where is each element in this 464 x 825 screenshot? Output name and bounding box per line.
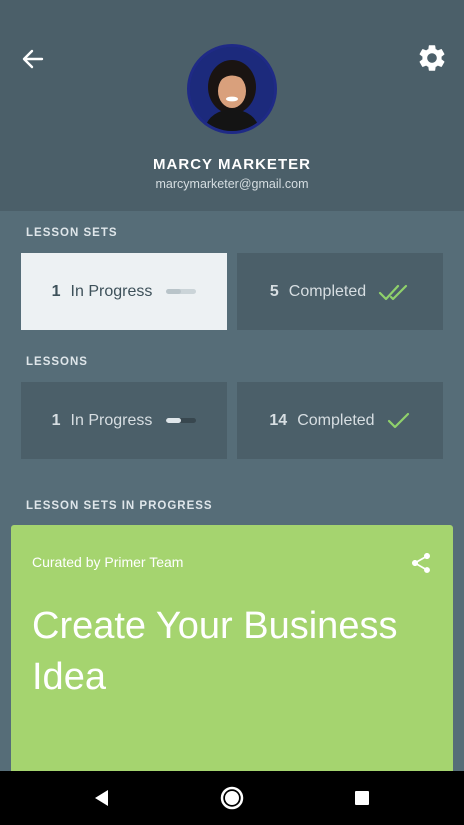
nav-recents-button[interactable] bbox=[348, 784, 376, 812]
back-button[interactable] bbox=[18, 44, 48, 74]
label: Completed bbox=[297, 411, 375, 429]
lesson-sets-in-progress-label: LESSON SETS IN PROGRESS bbox=[26, 500, 213, 512]
label: Completed bbox=[288, 282, 367, 300]
count: 14 bbox=[269, 411, 288, 429]
lessons-label: LESSONS bbox=[26, 356, 88, 368]
settings-button[interactable] bbox=[416, 42, 448, 74]
avatar bbox=[187, 44, 277, 134]
card-curator: Curated by Primer Team bbox=[32, 554, 184, 570]
lessons-in-progress-card[interactable]: 1 In Progress bbox=[21, 382, 227, 459]
card-title: Create Your Business Idea bbox=[32, 605, 398, 698]
profile-header: MARCY MARKETER marcymarketer@gmail.com bbox=[0, 0, 464, 211]
progress-bar bbox=[166, 289, 197, 294]
progress-fill bbox=[166, 289, 182, 294]
profile-email: marcymarketer@gmail.com bbox=[155, 177, 309, 191]
lesson-sets-completed-card[interactable]: 5 Completed bbox=[237, 253, 443, 330]
triangle-back-icon bbox=[95, 790, 108, 806]
lesson-sets-label: LESSON SETS bbox=[26, 227, 118, 239]
progress-bar bbox=[166, 418, 197, 423]
label: In Progress bbox=[70, 282, 153, 300]
share-icon bbox=[412, 553, 430, 573]
gear-icon bbox=[419, 45, 445, 71]
label: In Progress bbox=[70, 411, 153, 429]
square-recents-icon bbox=[355, 791, 369, 805]
profile-name: MARCY MARKETER bbox=[153, 156, 311, 173]
lesson-set-card[interactable]: Curated by Primer Team Create Your Busin… bbox=[11, 525, 453, 785]
system-nav-bar bbox=[0, 771, 464, 825]
lessons-completed-card[interactable]: 14 Completed bbox=[237, 382, 443, 459]
avatar-image bbox=[190, 47, 274, 131]
share-button[interactable] bbox=[409, 551, 433, 575]
check-icon bbox=[387, 412, 409, 428]
count: 1 bbox=[51, 411, 61, 429]
lesson-sets-in-progress-card[interactable]: 1 In Progress bbox=[21, 253, 227, 330]
double-check-icon bbox=[379, 284, 408, 300]
circle-home-icon bbox=[220, 786, 244, 810]
arrow-left-icon bbox=[22, 49, 44, 69]
progress-fill bbox=[166, 418, 182, 423]
count: 1 bbox=[51, 282, 61, 300]
nav-back-button[interactable] bbox=[88, 784, 116, 812]
count: 5 bbox=[269, 282, 279, 300]
nav-home-button[interactable] bbox=[218, 784, 246, 812]
